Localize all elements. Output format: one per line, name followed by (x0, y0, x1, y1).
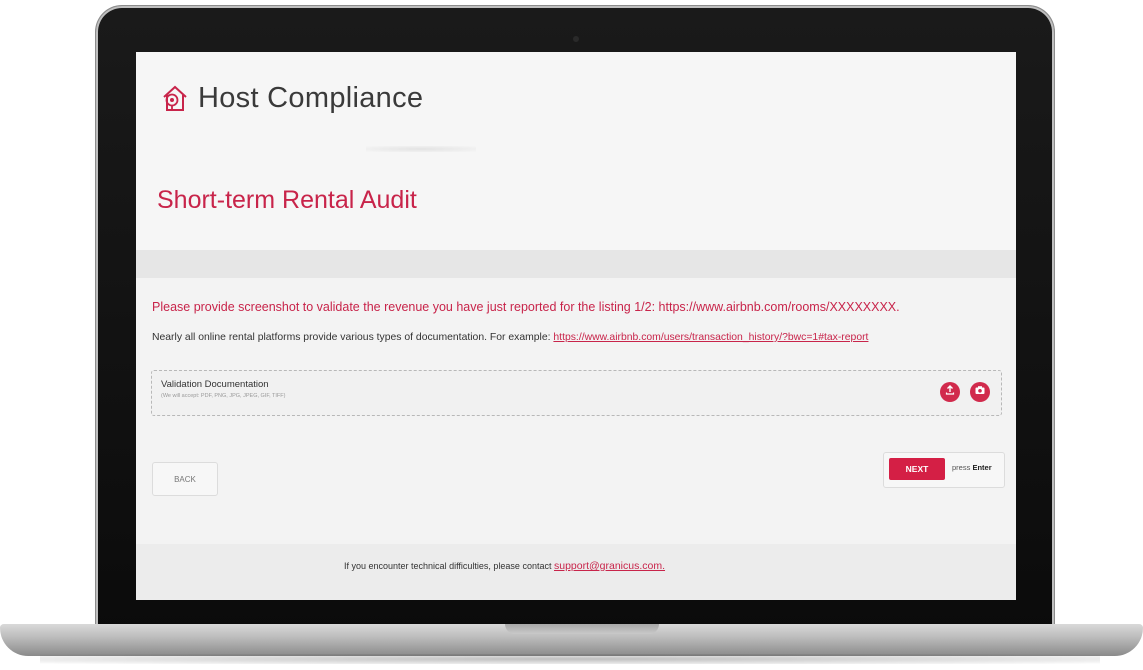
laptop-hinge-notch (505, 624, 659, 634)
page-header: Host Compliance Short-term Rental Audit (136, 52, 1016, 250)
screen-glare (366, 146, 476, 152)
page-title: Short-term Rental Audit (157, 186, 417, 214)
press-label: press (952, 463, 971, 472)
footer-message: If you encounter technical difficulties,… (344, 561, 552, 571)
validation-documentation-dropzone[interactable]: Validation Documentation (We will accept… (151, 370, 1002, 416)
upload-prompt: Please provide screenshot to validate th… (152, 300, 900, 314)
support-email-link[interactable]: support@granicus.com. (554, 560, 665, 572)
upload-icon (944, 383, 956, 401)
brand-logo: Host Compliance (158, 82, 423, 115)
footer-text: If you encounter technical difficulties,… (344, 560, 665, 572)
transaction-history-link[interactable]: https://www.airbnb.com/users/transaction… (553, 332, 868, 343)
enter-key-label: Enter (972, 463, 992, 472)
header-divider-band (136, 250, 1016, 278)
brand-name: Host Compliance (198, 82, 424, 114)
next-button[interactable]: NEXT (889, 458, 945, 480)
back-button[interactable]: BACK (152, 462, 218, 496)
browser-screen: Host Compliance Short-term Rental Audit … (136, 52, 1016, 600)
laptop-shadow (40, 654, 1100, 664)
dropzone-label: Validation Documentation (161, 379, 269, 390)
keyboard-hint: press Enter (952, 463, 992, 472)
form-section: Please provide screenshot to validate th… (136, 278, 1016, 544)
webcam-dot (573, 36, 579, 42)
house-location-icon (158, 83, 192, 115)
next-action-group: NEXT press Enter (883, 452, 1005, 488)
helper-text-label: Nearly all online rental platforms provi… (152, 332, 551, 343)
page-footer: If you encounter technical difficulties,… (136, 544, 1016, 600)
take-photo-button[interactable] (970, 382, 990, 402)
camera-icon (974, 383, 986, 401)
dropzone-hint: (We will accept: PDF, PNG, JPG, JPEG, GI… (161, 393, 286, 399)
helper-text: Nearly all online rental platforms provi… (152, 332, 1016, 343)
upload-file-button[interactable] (940, 382, 960, 402)
